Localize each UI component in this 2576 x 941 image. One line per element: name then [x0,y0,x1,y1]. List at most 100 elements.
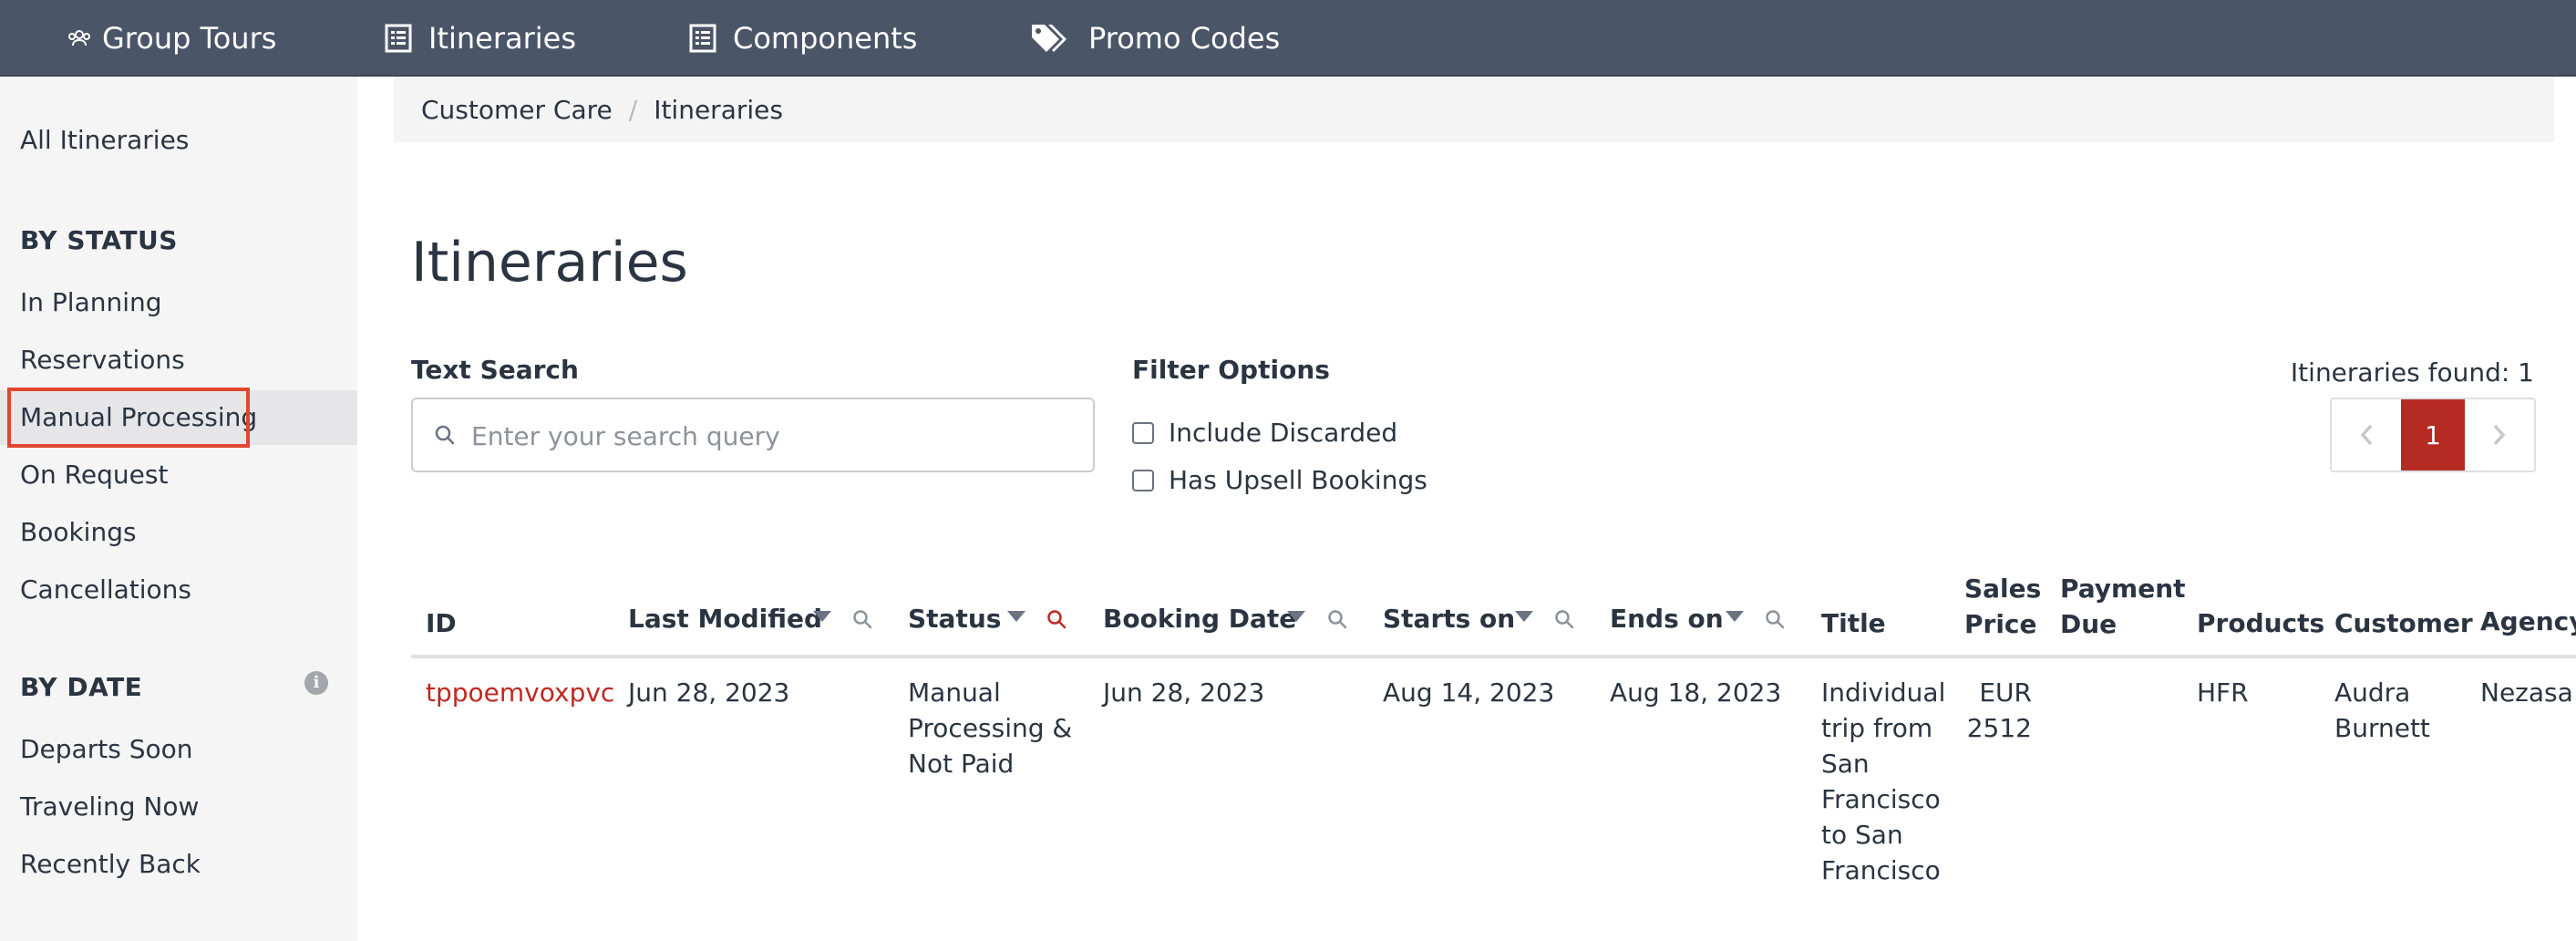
chevron-left-icon [2360,424,2373,446]
sidebar: All Itineraries BY STATUS In Planning Re… [0,77,357,941]
has-upsell-bookings-checkbox[interactable] [1132,469,1154,491]
top-navigation: Group Tours Itineraries Components Promo… [0,0,2576,77]
column-header-id[interactable]: ID [426,605,457,641]
list-icon [385,24,412,53]
text-search-label: Text Search [411,355,579,385]
filter-options-label: Filter Options [1132,355,1330,385]
results-count: Itineraries found: 1 [2290,357,2534,388]
has-upsell-bookings-label: Has Upsell Bookings [1169,465,1427,495]
column-header-payment-due: Payment Due [2060,571,2186,642]
sidebar-active-outline [7,388,250,448]
sidebar-item-bookings[interactable]: Bookings [20,520,137,545]
sidebar-item-reservations[interactable]: Reservations [20,347,185,373]
search-icon[interactable] [1553,608,1575,630]
search-icon[interactable] [1326,608,1348,630]
sales-price-header-line: Price [1964,609,2037,639]
info-icon[interactable]: i [304,671,328,695]
list-icon [689,24,716,53]
itinerary-id-link[interactable]: tppoemvoxpvc [426,675,614,710]
sidebar-item-departs-soon[interactable]: Departs Soon [20,737,192,762]
column-header-last-modified[interactable]: Last Modified [628,601,822,636]
group-icon [67,29,91,47]
cell-title-line: San [1821,749,1870,779]
page-title: Itineraries [411,231,688,295]
nav-components-label: Components [733,21,918,56]
sidebar-item-all-itineraries[interactable]: All Itineraries [20,128,189,153]
cell-status-line: Not Paid [908,749,1015,779]
tags-icon [1030,23,1068,54]
table-header-divider [411,655,2576,658]
status-sort-icon[interactable] [1007,611,1025,622]
cell-sales-price: EUR 2512 [1964,675,2032,746]
sidebar-heading-by-status: BY STATUS [20,225,178,255]
column-header-agency: Agency [2480,606,2576,636]
column-header-starts-on[interactable]: Starts on [1383,601,1515,636]
cell-ends-on: Aug 18, 2023 [1610,677,1782,708]
sales-price-header-line: Sales [1964,574,2042,604]
last-modified-sort-icon[interactable] [813,611,831,622]
cell-title-line: trip from [1821,713,1933,743]
nav-promo-codes-label: Promo Codes [1088,21,1281,56]
cell-title-line: to San [1821,820,1903,850]
cell-status-line: Manual [908,677,1001,708]
cell-last-modified: Jun 28, 2023 [628,677,790,708]
include-discarded-checkbox[interactable] [1132,421,1154,444]
cell-customer-line: Audra [2334,677,2411,708]
cell-title-line: Individual [1821,677,1946,708]
cell-customer: Audra Burnett [2334,675,2430,746]
search-field [411,398,1095,472]
nav-itineraries[interactable]: Itineraries [385,0,576,77]
cell-status: Manual Processing & Not Paid [908,675,1072,781]
cell-title: Individual trip from San Francisco to Sa… [1821,675,1945,888]
sidebar-item-cancellations[interactable]: Cancellations [20,577,191,603]
nav-itineraries-label: Itineraries [428,21,577,56]
include-discarded-label: Include Discarded [1169,418,1398,448]
sidebar-item-recently-back[interactable]: Recently Back [20,852,201,877]
pagination: 1 [2330,398,2536,472]
cell-booking-date: Jun 28, 2023 [1103,677,1265,708]
sidebar-item-in-planning[interactable]: In Planning [20,290,162,315]
page-1-button[interactable]: 1 [2401,399,2465,470]
column-header-sales-price: Sales Price [1964,571,2042,642]
breadcrumb-customer-care[interactable]: Customer Care [421,95,613,125]
sidebar-item-on-request[interactable]: On Request [20,462,168,488]
sidebar-item-traveling-now[interactable]: Traveling Now [20,794,199,820]
search-icon [433,423,457,450]
filter-has-upsell-bookings[interactable]: Has Upsell Bookings [1132,465,1427,495]
nav-group-tours-label: Group Tours [102,21,277,56]
cell-products: HFR [2197,677,2249,708]
starts-on-sort-icon[interactable] [1515,611,1533,622]
column-header-booking-date[interactable]: Booking Date [1103,601,1296,636]
nav-components[interactable]: Components [689,0,917,77]
search-input[interactable] [471,410,1073,461]
nav-group-tours[interactable]: Group Tours [67,0,276,77]
prev-page-button[interactable] [2332,399,2401,470]
chevron-right-icon [2493,424,2506,446]
breadcrumb-separator: / [628,94,638,125]
column-header-customer: Customer [2334,608,2473,638]
breadcrumb: Customer Care / Itineraries [394,77,2554,142]
column-header-status[interactable]: Status [908,601,1001,636]
cell-sales-price-line: 2512 [1966,713,2032,743]
column-header-ends-on[interactable]: Ends on [1610,601,1724,636]
filter-include-discarded[interactable]: Include Discarded [1132,418,1397,448]
booking-date-sort-icon[interactable] [1287,611,1305,622]
payment-due-header-line: Payment [2060,574,2186,604]
cell-title-line: Francisco [1821,784,1941,814]
cell-status-line: Processing & [908,713,1073,743]
column-header-title: Title [1821,608,1886,638]
payment-due-header-line: Due [2060,609,2117,639]
cell-customer-line: Burnett [2334,713,2430,743]
column-header-products: Products [2197,608,2325,638]
search-icon[interactable] [1046,608,1067,630]
breadcrumb-itineraries: Itineraries [654,94,783,125]
next-page-button[interactable] [2465,399,2534,470]
search-icon[interactable] [1764,608,1786,630]
search-icon[interactable] [851,608,873,630]
cell-agency: Nezasa [2480,677,2573,708]
cell-starts-on: Aug 14, 2023 [1383,677,1555,708]
nav-promo-codes[interactable]: Promo Codes [1030,0,1280,77]
sidebar-heading-by-date: BY DATE [20,672,143,702]
ends-on-sort-icon[interactable] [1726,611,1744,622]
cell-sales-price-line: EUR [1979,677,2032,708]
